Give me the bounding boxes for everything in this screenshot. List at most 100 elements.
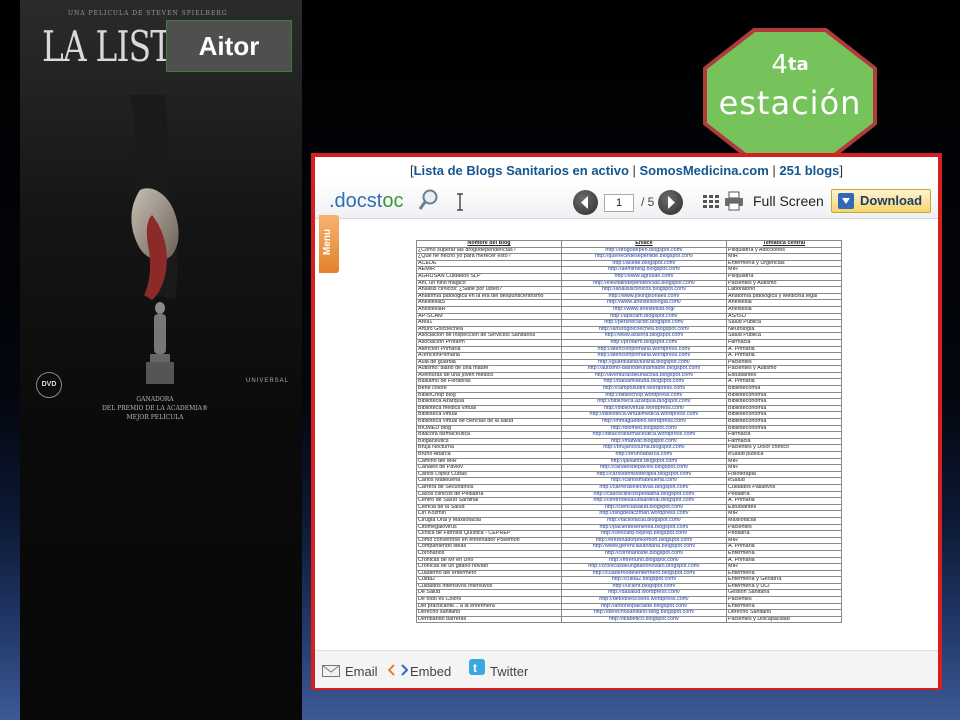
blog-link-cell[interactable]: http://carlosbrifisioterapia.blogspot.co…: [561, 470, 727, 479]
site-link[interactable]: SomosMedicina.com: [640, 163, 769, 178]
blog-link-cell[interactable]: http://persnecacdo.blogspot.com/: [561, 319, 727, 327]
blog-link-cell[interactable]: http://centrodesaludsardinal.blogspot.co…: [561, 497, 727, 505]
blog-link-cell[interactable]: http://carlosmateluena.com/: [561, 477, 727, 485]
blog-link-cell[interactable]: http://www.anestesiar.org/: [561, 305, 727, 314]
blog-link-cell[interactable]: http://diabetico.blogspot.com/: [561, 615, 727, 624]
blog-link-cell[interactable]: http://www.gerenciasanitaria.blogspot.co…: [561, 543, 727, 551]
blog-link-cell[interactable]: http://www.anestesiologia.com/: [561, 299, 727, 307]
blog-link-cell[interactable]: http://analisisclinicos.blogspot.com/: [561, 286, 727, 294]
blog-link-cell[interactable]: http://atencionprimaria.wordpress.com/: [561, 352, 727, 360]
blog-name-cell: Blogaceutics: [416, 437, 562, 446]
text-select-icon[interactable]: [455, 192, 465, 212]
blog-link-cell[interactable]: http://elevitaindependencias.blogspot.co…: [561, 279, 727, 288]
blog-link-cell[interactable]: http://facilofacial.blogspot.com/: [561, 516, 727, 525]
blog-link-cell[interactable]: http://biomed.blogspot.com/: [561, 424, 727, 433]
full-screen-button[interactable]: Full Screen: [753, 193, 824, 209]
blog-link-cell[interactable]: http://coronariosfe.blogspot.com/: [561, 549, 727, 558]
award-line: DEL PREMIO DE LA ACADEMIA®: [102, 405, 208, 412]
blog-link-cell[interactable]: http://www.jokingsonaes.com/: [561, 292, 727, 301]
blog-link-cell[interactable]: http://biblioteca.azarquia.blogspot.com/: [561, 398, 727, 406]
table-row: Bálsamo de Fierabrás http://balsamiaruba.…: [416, 378, 842, 387]
blog-link-cell[interactable]: http://clinicafq-ceprep.blogspot.com/: [561, 530, 727, 538]
blog-link-cell[interactable]: http://cronicasdeungitanonovato.blogspot…: [561, 563, 727, 571]
blog-link-cell[interactable]: http://cuadernodelenfermero.blogspot.com…: [561, 569, 727, 578]
blog-link-cell[interactable]: http://www.asisnra.blogspot.com/: [561, 332, 727, 340]
blog-topic-cell: Anestesia: [726, 299, 842, 307]
table-row: Cómo convertirse en entrenador Pokemon ht…: [416, 536, 842, 545]
blog-topic-cell: Pacientes: [726, 358, 842, 367]
blog-link-cell[interactable]: http://www.agrusan.com/: [561, 272, 727, 281]
blog-link-cell[interactable]: http://matwar.blogspot.com/: [561, 437, 727, 446]
print-icon[interactable]: [724, 191, 744, 211]
blog-link-cell[interactable]: http://biblioteca.virtualmedica.wordpres…: [561, 411, 727, 420]
blog-link-cell[interactable]: http://acede.blogspot.com/: [561, 259, 727, 268]
blog-name-cell: Bitácora farmacéutica: [416, 431, 562, 439]
blog-table: Nombre del Blog Enlace Temática central …: [416, 240, 842, 624]
previous-page-button[interactable]: [573, 190, 598, 215]
blog-link-cell[interactable]: http://carreraselectivas.blogspot.com/: [561, 483, 727, 492]
download-button[interactable]: Download: [831, 189, 931, 213]
blog-count-link[interactable]: 251 blogs: [779, 163, 839, 178]
embed-share-button[interactable]: Embed: [410, 664, 451, 679]
page-number-input[interactable]: 1: [604, 194, 634, 212]
blog-link-cell[interactable]: http://cuida2.blogspot.com/: [561, 576, 727, 584]
next-page-button[interactable]: [658, 190, 683, 215]
docstoc-logo[interactable]: .docstoc: [329, 190, 403, 213]
blog-link-cell[interactable]: http://jaisantir.blogspot.com/: [561, 457, 727, 466]
blog-link-cell[interactable]: http://balsamiaruba.blogspot.com/: [561, 378, 727, 387]
blog-name-cell: AP-SCAM: [416, 312, 562, 321]
blog-link-cell[interactable]: http://mmaguedino.wordpress.com/: [561, 418, 727, 426]
blog-link-cell[interactable]: http://autismo-diariodeunamadre.blogspot…: [561, 365, 727, 373]
blog-link-cell[interactable]: http://bibliovirtual.wordpress.com/: [561, 404, 727, 413]
email-share-button[interactable]: Email: [345, 664, 378, 679]
search-zoom-icon[interactable]: [418, 188, 440, 212]
document-title-link[interactable]: Lista de Blogs Sanitarios en activo: [414, 163, 629, 178]
table-row: Derecho sanitario http://derechosanitario…: [416, 609, 842, 617]
blog-link-cell[interactable]: http://aventurasdeunacosa.blogspot.com/: [561, 371, 727, 380]
table-row: Atención Primaria http://atencionprimaria…: [416, 345, 842, 354]
table-row: Biblioteca virtual de ciencias de la sal…: [416, 418, 842, 426]
blog-link-cell[interactable]: http://apscam.blogspot.com/: [561, 312, 727, 321]
blog-link-cell[interactable]: http://antoniopalcalde.blogspot.com/: [561, 602, 727, 611]
blog-link-cell[interactable]: http://quehecedeseperllide.blogspot.com/: [561, 253, 727, 261]
blog-link-cell[interactable]: http://bitacorafarmaceutica.wordpress.co…: [561, 431, 727, 439]
table-row: Biblioteca virtual http://biblioteca.virt…: [416, 411, 842, 420]
blog-link-cell[interactable]: http://brunoabarca.com/: [561, 451, 727, 459]
blog-link-cell[interactable]: http://bibliochop.wordpress.com/: [561, 391, 727, 400]
blog-link-cell[interactable]: http://atencionprimaria.wordpress.com/: [561, 345, 727, 354]
blog-link-cell[interactable]: http://profarm.blogspot.com/: [561, 338, 727, 347]
blog-name-cell: Casos clínicos de Pediatría: [416, 490, 562, 499]
document-page[interactable]: Nombre del Blog Enlace Temática central …: [416, 240, 842, 630]
blog-link-cell[interactable]: http://detodoescolors.wordpress.com/: [561, 596, 727, 604]
name-label: Aitor: [166, 20, 292, 72]
blog-link-cell[interactable]: http://guardiasfacturaria.blogspot.com/: [561, 358, 727, 367]
table-row: Carlos Mateluena http://carlosmateluena.c…: [416, 477, 842, 485]
blog-topic-cell: Estudiantes: [726, 503, 842, 512]
blog-link-cell[interactable]: http://cienciasalud.blogspot.com/: [561, 503, 727, 512]
table-row: Biblioteca médica virtual http://bibliovi…: [416, 404, 842, 413]
blog-topic-cell: Salud Pública: [726, 332, 842, 340]
blog-link-cell[interactable]: http://brujanocturna.blogspot.com/: [561, 444, 727, 452]
blog-link-cell[interactable]: http://pacientesenlinea.blogspot.com/: [561, 523, 727, 532]
blog-link-cell[interactable]: http://canalesdepavlov.blogspot.com/: [561, 464, 727, 472]
table-row: Arturo Goicoechea http://arturogoicoechea…: [416, 325, 842, 334]
blog-link-cell[interactable]: http://mrenuno.blogspot.com/: [561, 556, 727, 565]
table-row: AP-SCAM http://apscam.blogspot.com/AS/ISO: [416, 312, 842, 321]
download-label: Download: [860, 193, 923, 208]
blog-link-cell[interactable]: http://derechosanitario-blog.blogspot.co…: [561, 609, 727, 617]
blog-link-cell[interactable]: http://arturogoicoechea.blogspot.com/: [561, 325, 727, 334]
blog-link-cell[interactable]: http://casosclinicospediatria.blogspot.c…: [561, 490, 727, 499]
blog-link-cell[interactable]: http://ucient.blogspot.com/: [561, 582, 727, 591]
blog-link-cell[interactable]: http://aemirblog.blogspot.com/: [561, 266, 727, 274]
table-header-row: Nombre del Blog Enlace Temática central: [416, 240, 842, 248]
blog-link-cell[interactable]: http://camposudrit.wordpress.com/: [561, 385, 727, 393]
blog-link-cell[interactable]: http://entrenadorpokemon.blogspot.com/: [561, 536, 727, 545]
grid-view-icon[interactable]: [703, 195, 719, 209]
blog-link-cell[interactable]: http://drogodepen.blogspot.com/: [561, 246, 727, 255]
menu-tab[interactable]: Menu: [319, 215, 339, 273]
blog-topic-cell: Bibliotecomía: [726, 385, 842, 393]
blog-topic-cell: MIR: [726, 253, 842, 261]
blog-link-cell[interactable]: http://dasalud.wordpress.com/: [561, 589, 727, 598]
blog-link-cell[interactable]: http://blogdelaczman.wordpress.com/: [561, 510, 727, 518]
twitter-share-button[interactable]: Twitter: [490, 664, 528, 679]
